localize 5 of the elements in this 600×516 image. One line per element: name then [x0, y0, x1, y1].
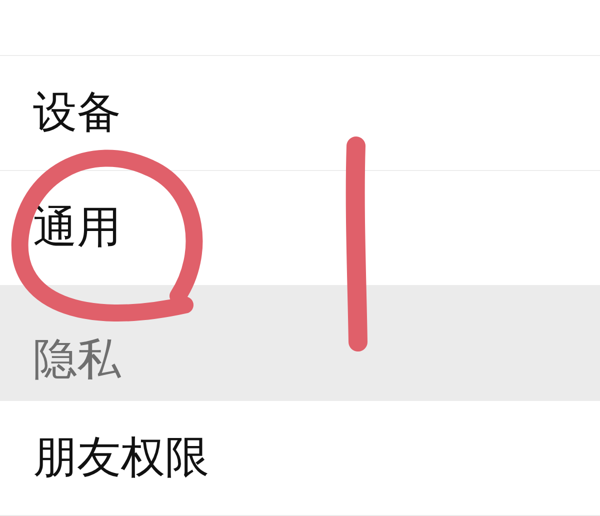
settings-row-pressed[interactable]: 隐私	[0, 286, 600, 401]
settings-label: 通用	[33, 204, 121, 252]
settings-label: 朋友权限	[33, 434, 209, 482]
settings-label: 隐私	[33, 336, 121, 384]
settings-label: 设备	[33, 88, 121, 138]
